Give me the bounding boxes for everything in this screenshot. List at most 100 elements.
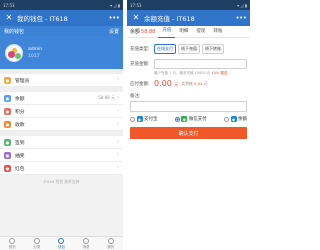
status-bar: 17:53 ▾ ◿ ▮: [127, 0, 250, 10]
menu-item[interactable]: ● 管理员 ›: [0, 74, 123, 87]
pay-subtotal: 实到账 0.01 元: [181, 80, 208, 86]
tabbar-item[interactable]: 首页: [0, 237, 25, 250]
footnote: IT618 钱包 技术支持: [43, 179, 80, 184]
receive-icon: ●: [4, 120, 11, 128]
recharge-type-row: 充值类型: 在线支付 线下充值 线下转账: [130, 44, 247, 54]
status-icons: ▾ ◿ ▮: [110, 2, 120, 8]
balance-tab-bar: 余额 58.88 充值 明细 提现 转账: [127, 26, 250, 38]
more-menu-icon[interactable]: •••: [108, 14, 120, 22]
tab-2[interactable]: 提现: [192, 26, 209, 38]
chevron-right-icon: ›: [117, 121, 119, 127]
menu-item[interactable]: ● 收款 ›: [0, 118, 123, 131]
page-title: 我的钱包 - IT618: [17, 15, 68, 23]
payment-method-label: 余额: [238, 117, 247, 122]
menu-group: ● 签到 › ● 抽奖 › ● 红包 ›: [0, 136, 123, 175]
profile-uid: 1017: [28, 53, 40, 59]
menu-item-label: 积分: [15, 109, 25, 115]
tabbar-item[interactable]: 分类: [25, 237, 50, 250]
menu-item-label: 余额: [15, 96, 25, 102]
recharge-option[interactable]: 线下充值: [178, 44, 200, 54]
balance-label: 余额: [130, 29, 141, 35]
alipay-icon: ◆: [136, 116, 143, 122]
radio-button[interactable]: [130, 116, 135, 122]
tab-label: 钱包: [57, 244, 65, 249]
status-bar: 17:53 ▾ ◿ ▮: [0, 0, 123, 10]
tab-icon: [83, 237, 90, 244]
menu-item-label: 抽奖: [15, 153, 25, 159]
menu-item[interactable]: ● 抽奖 ›: [0, 149, 123, 162]
chevron-right-icon: ›: [117, 139, 119, 145]
radio-button[interactable]: [174, 116, 180, 122]
recharge-type-label: 充值类型:: [130, 47, 150, 52]
bonus-hint: 10% 赠送: [211, 71, 228, 75]
remark-label: 备注:: [130, 94, 141, 99]
tab-icon: [58, 237, 65, 244]
pay-amount-row: 应付金额: 0.00 元 实到账 0.01 元: [130, 79, 247, 88]
settings-link[interactable]: 设置: [109, 28, 119, 35]
wechat-icon: ◆: [181, 116, 188, 122]
bottom-tabbar: 首页 分类 钱包 消息 我的: [0, 236, 123, 250]
remark-input[interactable]: [130, 101, 247, 112]
close-icon[interactable]: ✕: [3, 10, 15, 26]
recharge-option[interactable]: 在线支付: [154, 44, 176, 54]
chevron-right-icon: ›: [117, 165, 119, 171]
menu-group: ● 余额 58.88 元 › ● 积分 › ● 收款 ›: [0, 92, 123, 131]
tabbar-item[interactable]: 消息: [74, 237, 99, 250]
menu-item[interactable]: ● 红包 ›: [0, 162, 123, 175]
menu-item-label: 签到: [15, 140, 25, 146]
tabbar-item[interactable]: 我的: [98, 237, 123, 250]
page-title: 余额充值 - IT618: [144, 15, 195, 23]
close-icon[interactable]: ✕: [130, 10, 142, 26]
points-icon: ●: [4, 107, 11, 115]
pay-total: 0.00 元: [154, 79, 179, 88]
menu-group: ● 管理员 ›: [0, 74, 123, 87]
balance-value: 58.88: [141, 28, 156, 35]
redpacket-icon: ●: [4, 164, 11, 172]
balance-icon: ◆: [230, 116, 237, 122]
payment-method[interactable]: ◆ 支付宝: [130, 116, 158, 122]
recharge-form: 充值类型: 在线支付 线下充值 线下转账 充值金额: 最少充值 1 元，最多充值 1…: [127, 38, 250, 139]
menu-item-value: 58.88 元: [98, 95, 115, 100]
wallet-header: 我的钱包 设置: [0, 26, 123, 36]
wallet-header-title: 我的钱包: [4, 28, 25, 35]
checkin-icon: ●: [4, 138, 11, 146]
wallet-icon: ●: [4, 94, 11, 102]
payment-method[interactable]: ◆ 余额: [224, 116, 247, 122]
more-menu-icon[interactable]: •••: [235, 14, 247, 22]
payment-methods: ◆ 支付宝 ◆ 微信支付 ◆ 余额: [130, 116, 247, 122]
menu-item-label: 管理员: [15, 78, 30, 84]
profile-card[interactable]: admin 1017: [0, 36, 123, 69]
tab-1[interactable]: 明细: [175, 26, 192, 38]
remark-row: 备注:: [130, 93, 247, 99]
lottery-icon: ●: [4, 151, 11, 159]
chevron-right-icon: ›: [117, 77, 119, 83]
amount-input[interactable]: [154, 59, 247, 69]
avatar[interactable]: [5, 43, 23, 62]
payment-method[interactable]: ◆ 微信支付: [174, 116, 207, 122]
pay-label: 应付金额:: [130, 81, 150, 87]
menu-item[interactable]: ● 积分 ›: [0, 105, 123, 118]
confirm-pay-button[interactable]: 确认支付: [130, 127, 247, 139]
payment-method-label: 微信支付: [188, 117, 207, 122]
chevron-right-icon: ›: [117, 108, 119, 114]
recharge-screen: 17:53 ▾ ◿ ▮ ✕ 余额充值 - IT618 ••• 余额 58.88 …: [127, 0, 250, 250]
tab-icon: [107, 237, 114, 244]
title-bar: ✕ 我的钱包 - IT618 •••: [0, 10, 123, 26]
menu-item[interactable]: ● 余额 58.88 元 ›: [0, 92, 123, 105]
tab-3[interactable]: 转账: [209, 26, 226, 38]
recharge-option[interactable]: 线下转账: [202, 44, 224, 54]
tab-0[interactable]: 充值: [158, 25, 176, 38]
tab-icon: [9, 237, 16, 244]
chevron-right-icon: ›: [117, 95, 119, 101]
tabbar-item[interactable]: 钱包: [49, 237, 74, 250]
tab-icon: [33, 237, 40, 244]
amount-label: 充值金额:: [130, 62, 150, 67]
menu-item[interactable]: ● 签到 ›: [0, 136, 123, 149]
tab-label: 我的: [107, 244, 115, 249]
radio-button[interactable]: [224, 116, 229, 122]
user-icon: ●: [4, 76, 11, 84]
payment-method-label: 支付宝: [144, 117, 158, 122]
amount-hint: 最少充值 1 元，最多充值 10000 元 10% 赠送: [154, 71, 228, 75]
tab-label: 消息: [82, 244, 90, 249]
profile-name: admin: [28, 46, 43, 52]
